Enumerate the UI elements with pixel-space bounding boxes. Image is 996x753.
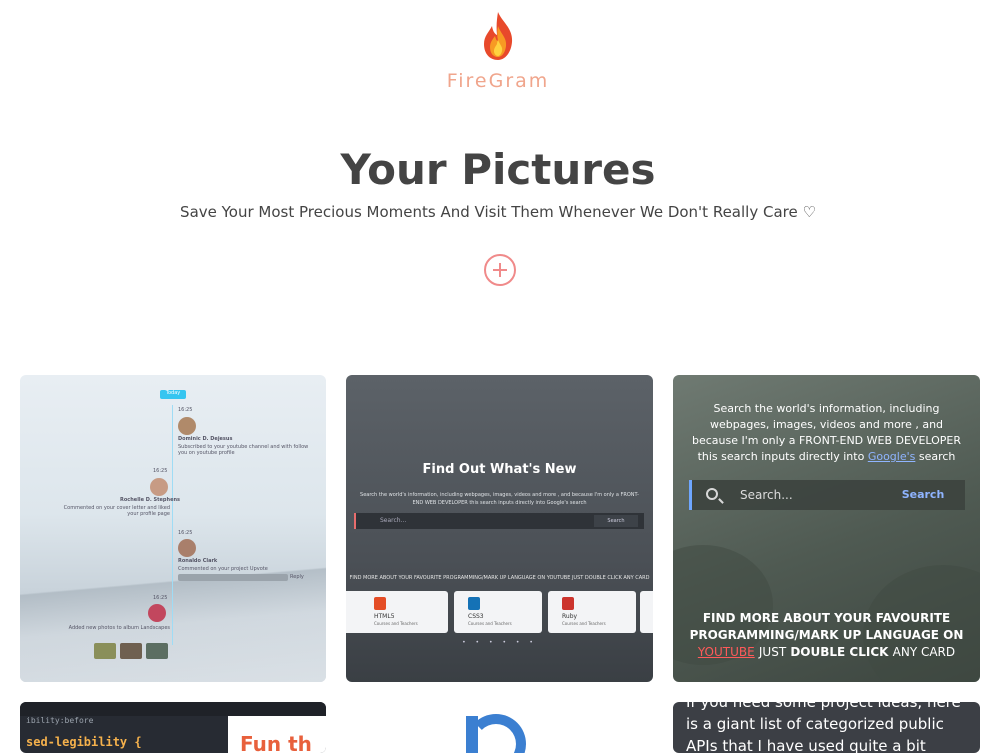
brand-name: FireGram: [446, 70, 550, 92]
code-line: sed-legibility {: [26, 735, 142, 749]
logo[interactable]: [0, 10, 996, 62]
page-title: Your Pictures: [340, 145, 656, 194]
timeline-time: 16:25: [178, 407, 193, 413]
course-name: Ruby: [562, 613, 578, 620]
search-icon: [706, 488, 718, 500]
picture-card[interactable]: [346, 702, 653, 753]
timeline-time: 16:25: [153, 468, 168, 474]
html5-icon: [374, 597, 386, 610]
timeline-name: Dominic D. Dejesus: [178, 436, 233, 442]
picture-card[interactable]: Today 16:25 Dominic D. Dejesus Subscribe…: [20, 375, 326, 682]
album-thumbnail[interactable]: [146, 643, 168, 659]
course-tile[interactable]: Ruby Courses and Teachers: [548, 591, 636, 633]
flame-icon: [484, 12, 513, 60]
timeline-text: Commented on your cover letter and liked…: [63, 505, 170, 517]
search-bar[interactable]: Search... Search: [354, 513, 644, 529]
youtube-strip: FIND MORE ABOUT YOUR FAVOURITE PROGRAMMI…: [349, 575, 650, 581]
picture-card[interactable]: Find Out What's New Search the world's i…: [346, 375, 653, 682]
course-tile[interactable]: [640, 591, 653, 633]
card-description: Search the world's information, includin…: [691, 402, 962, 463]
picture-card[interactable]: If you need some project ideas, here is …: [673, 702, 980, 753]
banner-text: Fun th: [240, 732, 312, 753]
timeline-time: 16:25: [153, 595, 168, 601]
google-link[interactable]: Google's: [868, 450, 916, 463]
timeline-text: Subscribed to your youtube channel and w…: [178, 444, 309, 456]
timeline-time: 16:25: [178, 530, 193, 536]
course-sub: Courses and Teachers: [562, 621, 606, 626]
reply-input[interactable]: [178, 574, 288, 581]
timeline-name: Rochelle D. Stephens: [120, 497, 180, 503]
course-tile[interactable]: HTML5 Courses and Teachers: [360, 591, 448, 633]
css3-icon: [468, 597, 480, 610]
add-picture-button[interactable]: [484, 254, 516, 286]
d-logo-stem: [466, 716, 478, 753]
youtube-link[interactable]: YOUTUBE: [698, 645, 755, 659]
course-name: CSS3: [468, 613, 484, 620]
timeline-line: [172, 405, 173, 645]
timeline-tag: Today: [160, 390, 186, 399]
page-subtitle: Save Your Most Precious Moments And Visi…: [180, 203, 816, 221]
editor-toolbar: [20, 702, 326, 716]
avatar: [150, 478, 168, 496]
course-tile[interactable]: CSS3 Courses and Teachers: [454, 591, 542, 633]
card-text: If you need some project ideas, here is …: [686, 702, 961, 753]
picture-card[interactable]: Search the world's information, includin…: [673, 375, 980, 682]
reply-button[interactable]: Reply: [290, 574, 304, 580]
course-sub: Courses and Teachers: [374, 621, 418, 626]
course-name: HTML5: [374, 613, 395, 620]
timeline-text: Added new photos to album Landscapes: [68, 625, 170, 631]
avatar: [178, 539, 196, 557]
timeline-name: Ronaldo Clark: [178, 558, 218, 564]
search-placeholder: Search...: [380, 517, 407, 524]
ruby-icon: [562, 597, 574, 610]
album-thumbnail[interactable]: [94, 643, 116, 659]
album-thumbnail[interactable]: [120, 643, 142, 659]
code-line: ibility:before: [26, 716, 94, 725]
course-sub: Courses and Teachers: [468, 621, 512, 626]
carousel-dots[interactable]: • • • • • •: [346, 639, 653, 646]
avatar: [148, 604, 166, 622]
search-button[interactable]: Search: [594, 515, 638, 527]
search-button[interactable]: Search: [893, 484, 953, 506]
card-heading: Find Out What's New: [422, 462, 577, 477]
card-description: Search the world's information, includin…: [360, 492, 639, 506]
search-placeholder: Search...: [740, 488, 793, 502]
youtube-text: FIND MORE ABOUT YOUR FAVOURITE PROGRAMMI…: [689, 611, 964, 659]
avatar: [178, 417, 196, 435]
picture-card[interactable]: ibility:before sed-legibility { Fun th: [20, 702, 326, 753]
timeline-text: Commented on your project Upvote: [178, 566, 268, 572]
search-bar[interactable]: Search... Search: [689, 480, 965, 510]
mountain-background: [20, 532, 326, 682]
